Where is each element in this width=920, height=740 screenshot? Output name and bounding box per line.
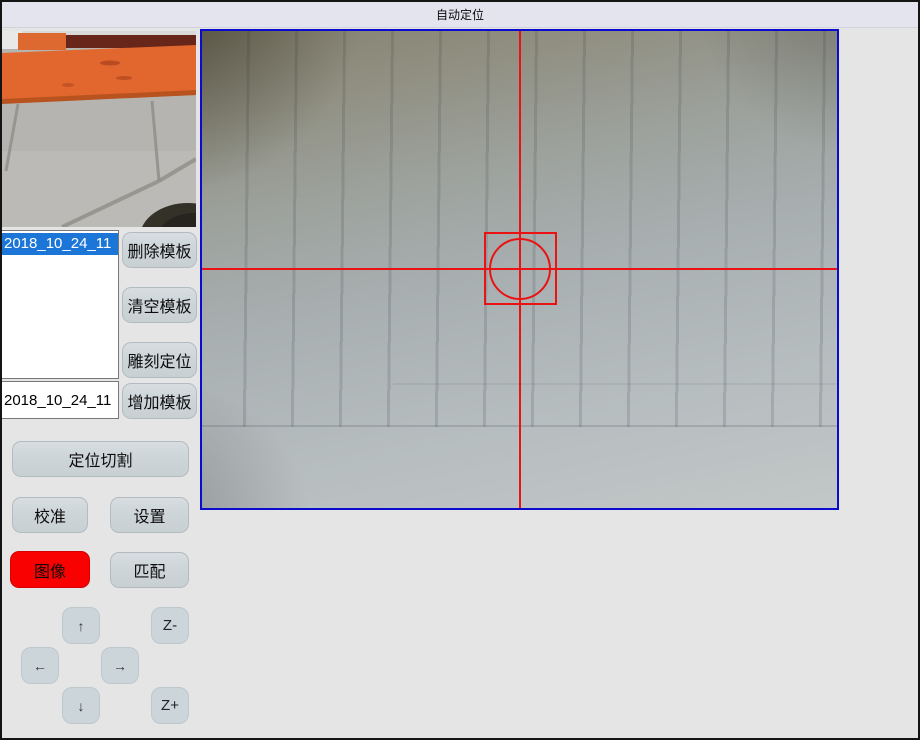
up-arrow-icon: ↑ (78, 618, 85, 634)
left-arrow-icon: ← (33, 658, 47, 674)
jog-z-minus-button[interactable]: Z- (151, 607, 189, 644)
title-bar: 自动定位 (2, 2, 918, 28)
template-list-item[interactable]: 2018_10_24_11 (2, 233, 118, 255)
settings-button[interactable]: 设置 (110, 497, 189, 533)
clear-templates-button[interactable]: 清空模板 (122, 287, 197, 323)
jog-up-button[interactable]: ↑ (62, 607, 100, 644)
right-arrow-icon: → (113, 658, 127, 674)
image-button-active[interactable]: 图像 (10, 551, 90, 588)
template-list[interactable]: 2018_10_24_11 (1, 230, 119, 379)
template-thumbnail (2, 31, 196, 227)
target-circle-overlay (489, 238, 551, 300)
engrave-position-button[interactable]: 雕刻定位 (122, 342, 197, 378)
calibrate-button[interactable]: 校准 (12, 497, 88, 533)
camera-feed (202, 31, 837, 508)
down-arrow-icon: ↓ (78, 698, 85, 714)
jog-z-plus-button[interactable]: Z+ (151, 687, 189, 724)
jog-left-button[interactable]: ← (21, 647, 59, 684)
jog-right-button[interactable]: → (101, 647, 139, 684)
window-title: 自动定位 (436, 6, 484, 23)
match-button[interactable]: 匹配 (110, 552, 189, 588)
thumbnail-image (2, 31, 196, 227)
template-name-input[interactable] (1, 381, 119, 419)
jog-down-button[interactable]: ↓ (62, 687, 100, 724)
position-cut-button[interactable]: 定位切割 (12, 441, 189, 477)
camera-view[interactable] (200, 29, 839, 510)
add-template-button[interactable]: 增加模板 (122, 383, 197, 419)
delete-template-button[interactable]: 删除模板 (122, 232, 197, 268)
